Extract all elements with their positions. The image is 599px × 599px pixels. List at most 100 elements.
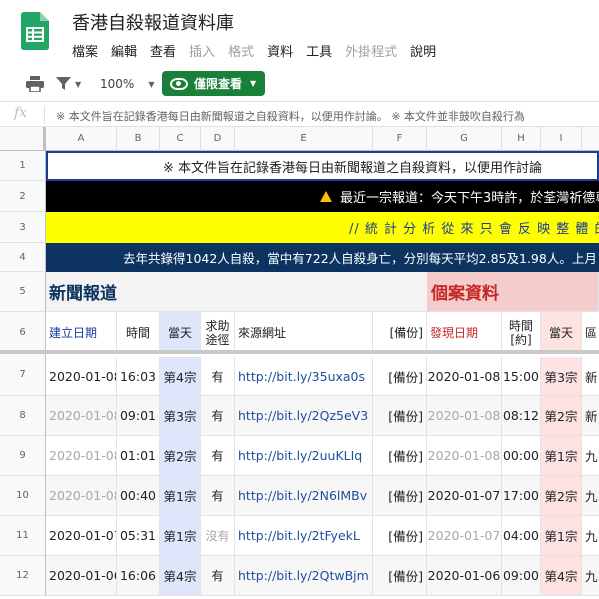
yearly-summary-banner[interactable]: 去年共錄得1042人自殺，當中有722人自殺身亡，分別每天平均2.85及1.98… [46, 243, 599, 272]
column-header-G[interactable]: G [427, 127, 502, 151]
section-title-cases[interactable]: 個案資料 [427, 272, 599, 312]
menu-item-8[interactable]: 外掛程式 [345, 45, 397, 60]
menu-item-2[interactable]: 編輯 [111, 45, 137, 60]
row-header-2[interactable]: 2 [0, 181, 46, 212]
column-header-D[interactable]: D [201, 127, 235, 151]
row-header-4[interactable]: 4 [0, 243, 46, 272]
row-header-1[interactable]: 1 [0, 151, 46, 181]
header-time_approx_line1: 時間 [508, 318, 533, 333]
view-only-label: 僅限查看 [194, 77, 243, 91]
column-header-I[interactable]: I [541, 127, 582, 151]
cell-count: 第1宗 [160, 476, 201, 516]
zoom-value: 100% [100, 77, 135, 91]
cell-found: 2020-01-08 [427, 357, 502, 396]
row-header-6[interactable]: 6 [0, 312, 46, 354]
row-header-12[interactable]: 12 [0, 556, 46, 596]
row-header-8[interactable]: 8 [0, 396, 46, 436]
header-same_day_2[interactable]: 當天 [541, 312, 582, 354]
menu-item-9[interactable]: 說明 [410, 45, 436, 60]
cell-backup[interactable]: [備份] [373, 436, 427, 476]
cell-url[interactable]: http://bit.ly/2Qz5eV3 [235, 396, 373, 436]
select-all-corner[interactable] [0, 127, 46, 151]
cell-district: 新 [582, 357, 599, 396]
cell-fcount: 第2宗 [541, 476, 582, 516]
formula-input[interactable]: ※ 本文件旨在記錄香港每日由新聞報道之自殺資料，以便用作討論。 ※ 本文件並非鼓… [56, 108, 525, 124]
cell-help: 沒有 [201, 516, 235, 556]
notice-banner[interactable]: ※ 本文件旨在記錄香港每日由新聞報道之自殺資料，以便用作討論 [46, 151, 599, 181]
cell-ftime: 17:00 [502, 476, 541, 516]
cell-ftime: 08:12 [502, 396, 541, 436]
view-only-button[interactable]: 僅限查看 ▼ [162, 71, 265, 96]
header-time[interactable]: 時間 [117, 312, 160, 354]
cell-backup[interactable]: [備份] [373, 357, 427, 396]
cell-backup[interactable]: [備份] [373, 476, 427, 516]
header-same_day[interactable]: 當天 [160, 312, 201, 354]
menu-item-7[interactable]: 工具 [306, 45, 332, 60]
document-title[interactable]: 香港自殺報道資料庫 [72, 9, 234, 35]
header-district_partial[interactable]: 區 [582, 312, 599, 354]
menu-bar: 檔案 編輯 查看 插入 格式 資料 工具 外掛程式 說明 [72, 41, 449, 60]
column-header-next[interactable] [582, 127, 599, 151]
header-found_date[interactable]: 發現日期 [427, 312, 502, 354]
menu-item-1[interactable]: 檔案 [72, 45, 98, 60]
row-header-10[interactable]: 10 [0, 476, 46, 516]
header-help_line1[interactable]: 求助 途徑 [201, 312, 235, 354]
row-header-7[interactable]: 7 [0, 354, 46, 396]
statistics-note-banner[interactable]: // 統 計 分 析 從 來 只 會 反 映 整 體 的 客 [46, 212, 599, 243]
print-button[interactable] [26, 66, 44, 102]
cell-date: 2020-01-08 [46, 357, 117, 396]
cell-backup[interactable]: [備份] [373, 396, 427, 436]
column-header-H[interactable]: H [502, 127, 541, 151]
section-title-news[interactable]: 新聞報道 [46, 272, 427, 312]
cell-backup[interactable]: [備份] [373, 516, 427, 556]
menu-item-5[interactable]: 格式 [228, 45, 254, 60]
column-header-B[interactable]: B [117, 127, 160, 151]
header-help_line2: 途徑 [205, 332, 230, 347]
eye-icon [170, 77, 188, 90]
menu-item-6[interactable]: 資料 [267, 45, 293, 60]
header-backup[interactable]: [備份] [373, 312, 427, 354]
cell-url[interactable]: http://bit.ly/2QtwBjm [235, 556, 373, 596]
cell-url[interactable]: http://bit.ly/35uxa0s [235, 357, 373, 396]
cell-found: 2020-01-06 [427, 556, 502, 596]
cell-date: 2020-01-08 [46, 396, 117, 436]
chevron-down-icon: ▼ [75, 79, 82, 89]
cell-district: 九 [582, 476, 599, 516]
cell-count: 第1宗 [160, 516, 201, 556]
menu-item-3[interactable]: 查看 [150, 45, 176, 60]
column-header-E[interactable]: E [235, 127, 373, 151]
cell-url[interactable]: http://bit.ly/2uuKLIq [235, 436, 373, 476]
cell-help: 有 [201, 357, 235, 396]
header-created_date[interactable]: 建立日期 [46, 312, 117, 354]
filter-icon [56, 77, 71, 90]
sheets-logo-icon[interactable] [21, 12, 49, 50]
cell-backup[interactable]: [備份] [373, 556, 427, 596]
column-header-F[interactable]: F [373, 127, 427, 151]
cell-date: 2020-01-07 [46, 516, 117, 556]
row-header-5[interactable]: 5 [0, 272, 46, 312]
header-help_line1: 求助 [205, 318, 230, 333]
cell-url[interactable]: http://bit.ly/2N6lMBv [235, 476, 373, 516]
cell-district: 九 [582, 556, 599, 596]
cell-ftime: 09:00 [502, 556, 541, 596]
chevron-down-icon: ▼ [250, 79, 257, 88]
filter-button[interactable]: ▼ [56, 66, 81, 102]
latest-report-banner[interactable]: 最近一宗報道：今天下午3時許，於荃灣祈德尊 [46, 181, 599, 212]
print-icon [26, 76, 44, 92]
cell-date: 2020-01-08 [46, 476, 117, 516]
zoom-select[interactable]: 100% ▼ [100, 66, 154, 102]
cell-help: 有 [201, 396, 235, 436]
header-source_url[interactable]: 來源網址 [235, 312, 373, 354]
cell-time: 05:31 [117, 516, 160, 556]
cell-time: 16:06 [117, 556, 160, 596]
cell-fcount: 第1宗 [541, 436, 582, 476]
header-time_approx_line1[interactable]: 時間 [約] [502, 312, 541, 354]
column-header-C[interactable]: C [160, 127, 201, 151]
row-header-11[interactable]: 11 [0, 516, 46, 556]
menu-item-4[interactable]: 插入 [189, 45, 215, 60]
cell-url[interactable]: http://bit.ly/2tFyekL [235, 516, 373, 556]
row-header-3[interactable]: 3 [0, 212, 46, 243]
row-header-9[interactable]: 9 [0, 436, 46, 476]
column-header-A[interactable]: A [46, 127, 117, 151]
formula-divider [44, 106, 45, 124]
